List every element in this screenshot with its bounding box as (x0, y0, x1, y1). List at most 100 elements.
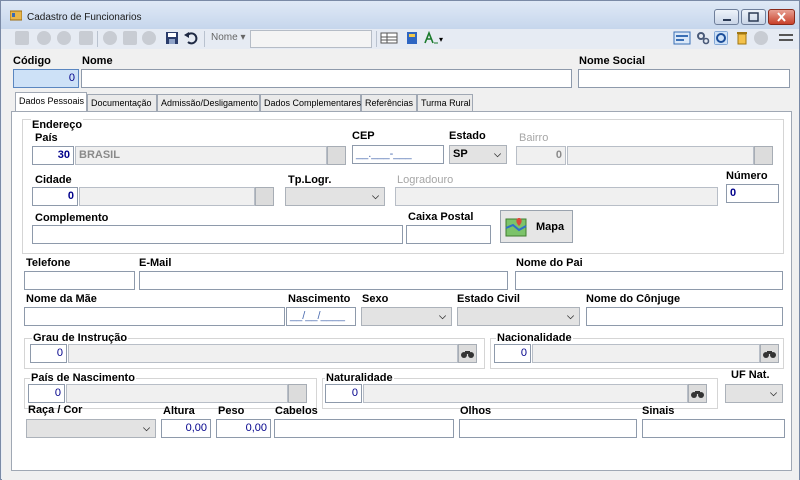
tab-page-dados-pessoais: Endereço País 30 BRASIL CEP __.___-___ E… (11, 111, 792, 471)
bairro-lookup-button[interactable] (754, 146, 773, 165)
tab-documentacao[interactable]: Documentação (87, 94, 157, 111)
complemento-input[interactable] (32, 225, 403, 244)
minimize-button[interactable] (714, 9, 739, 25)
cancel-record-icon[interactable] (142, 31, 156, 45)
pais-nascimento-label: País de Nascimento (30, 372, 136, 384)
nome-conjuge-input[interactable] (586, 307, 783, 326)
toolbar-separator (97, 31, 98, 47)
nome-pai-label: Nome do Pai (516, 257, 583, 269)
tplogr-label: Tp.Logr. (288, 174, 332, 186)
grau-instrucao-code-input[interactable]: 0 (30, 344, 67, 363)
edit-record-icon[interactable] (123, 31, 137, 45)
email-input[interactable] (139, 271, 508, 290)
cep-input[interactable]: __.___-___ (352, 145, 444, 164)
tplogr-select[interactable]: ⌵ (285, 187, 385, 206)
email-label: E-Mail (139, 257, 172, 269)
caixa-postal-label: Caixa Postal (408, 211, 474, 223)
toolbar: Nome ▾ ▾ (1, 29, 799, 49)
binoculars-icon (691, 391, 704, 398)
first-record-icon[interactable] (15, 31, 29, 45)
settings-icon[interactable] (696, 31, 710, 45)
toolbar-separator (376, 31, 377, 47)
caixa-postal-input[interactable] (406, 225, 491, 244)
olhos-input[interactable] (459, 419, 637, 438)
estado-civil-select[interactable]: ⌵ (457, 307, 580, 326)
grau-instrucao-lookup-button[interactable] (458, 344, 477, 363)
search-input[interactable] (250, 30, 372, 48)
altura-label: Altura (163, 405, 195, 417)
add-record-icon[interactable] (103, 31, 117, 45)
window-title: Cadastro de Funcionarios (27, 12, 142, 23)
close-button[interactable] (768, 9, 795, 25)
complemento-label: Complemento (35, 212, 109, 224)
nacionalidade-lookup-button[interactable] (760, 344, 779, 363)
codigo-input[interactable]: 0 (13, 69, 79, 88)
nacionalidade-code-input[interactable]: 0 (494, 344, 531, 363)
pais-name-field: BRASIL (75, 146, 327, 165)
pais-code-input[interactable]: 30 (32, 146, 74, 165)
cidade-code-input[interactable]: 0 (32, 187, 78, 206)
chevron-down-icon: ⌵ (567, 311, 574, 321)
raca-cor-select[interactable]: ⌵ (26, 419, 156, 438)
grid-view-icon[interactable] (380, 31, 398, 45)
mapa-label: Mapa (536, 221, 565, 233)
tab-dados-pessoais[interactable]: Dados Pessoais (15, 92, 87, 111)
cidade-lookup-button[interactable] (255, 187, 274, 206)
sinais-input[interactable] (642, 419, 785, 438)
user-icon[interactable] (754, 31, 768, 45)
previous-record-icon[interactable] (37, 31, 51, 45)
nome-input[interactable] (81, 69, 572, 88)
estado-civil-label: Estado Civil (457, 293, 520, 305)
telefone-input[interactable] (24, 271, 135, 290)
next-record-icon[interactable] (57, 31, 71, 45)
naturalidade-code-input[interactable]: 0 (325, 384, 362, 403)
search-field-selector[interactable]: Nome ▾ (211, 32, 246, 43)
last-record-icon[interactable] (79, 31, 93, 45)
tab-referencias[interactable]: Referências (361, 94, 417, 111)
peso-label: Peso (218, 405, 245, 417)
maximize-button[interactable] (741, 9, 766, 25)
tab-admissao-desligamento[interactable]: Admissão/Desligamento (157, 94, 260, 111)
sexo-select[interactable]: ⌵ (361, 307, 452, 326)
tab-dados-complementares[interactable]: Dados Complementares (260, 94, 361, 111)
nome-social-input[interactable] (578, 69, 790, 88)
tab-turma-rural[interactable]: Turma Rural (417, 94, 473, 111)
report-icon[interactable] (405, 31, 419, 45)
cep-label: CEP (352, 130, 375, 142)
window-layout-icon[interactable] (673, 31, 691, 45)
numero-input[interactable]: 0 (726, 184, 779, 203)
app-window: Cadastro de Funcionarios Nome ▾ ▾ Código… (0, 0, 800, 480)
svg-text:▾: ▾ (439, 35, 443, 44)
form-app-icon (10, 10, 22, 21)
save-icon[interactable] (165, 31, 179, 45)
trash-icon[interactable] (735, 31, 749, 45)
exit-icon[interactable] (778, 31, 794, 45)
uf-nat-select[interactable]: ⌵ (725, 384, 783, 403)
pais-nascimento-name-field (66, 384, 288, 403)
mapa-button[interactable]: Mapa (500, 210, 573, 243)
numero-label: Número (726, 170, 768, 182)
filter-icon[interactable]: ▾ (423, 31, 445, 45)
altura-input[interactable]: 0,00 (161, 419, 211, 438)
maximize-icon (748, 12, 759, 22)
peso-input[interactable]: 0,00 (216, 419, 271, 438)
nascimento-input[interactable]: __/__/____ (286, 307, 356, 326)
cabelos-input[interactable] (274, 419, 454, 438)
refresh-icon[interactable] (714, 31, 728, 45)
bairro-code-field: 0 (516, 146, 566, 165)
raca-cor-label: Raça / Cor (28, 404, 83, 416)
naturalidade-lookup-button[interactable] (688, 384, 707, 403)
cidade-name-field (79, 187, 255, 206)
form-body: Código 0 Nome Nome Social Dados Pessoais… (2, 49, 799, 480)
undo-icon[interactable] (184, 31, 198, 45)
pais-nascimento-code-input[interactable]: 0 (28, 384, 65, 403)
estado-select[interactable]: SP ⌵ (449, 145, 507, 164)
uf-nat-label: UF Nat. (731, 369, 770, 381)
nome-pai-input[interactable] (515, 271, 783, 290)
estado-value: SP (453, 148, 468, 160)
nome-mae-input[interactable] (24, 307, 285, 326)
naturalidade-label: Naturalidade (325, 372, 394, 384)
pais-lookup-button[interactable] (327, 146, 346, 165)
naturalidade-name-field (363, 384, 688, 403)
pais-nascimento-lookup-button[interactable] (288, 384, 307, 403)
